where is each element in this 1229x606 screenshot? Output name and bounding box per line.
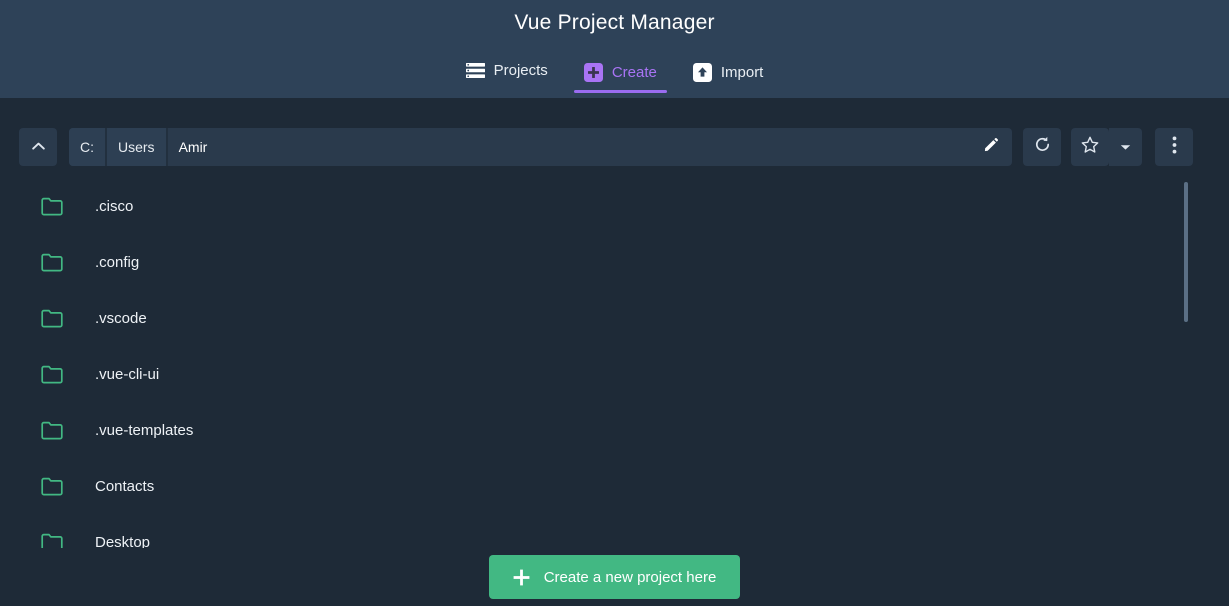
folder-icon — [41, 197, 63, 216]
app-header: Vue Project Manager Projects Create Impo… — [0, 0, 1229, 98]
favorite-button[interactable] — [1071, 128, 1109, 166]
folder-name: .vue-cli-ui — [95, 365, 160, 383]
path-segment-drive[interactable]: C: — [69, 128, 107, 166]
edit-path-button[interactable] — [983, 128, 1012, 166]
list-item[interactable]: Desktop — [0, 514, 1229, 548]
folder-icon — [41, 533, 63, 548]
star-icon — [1081, 136, 1099, 159]
list-item[interactable]: .config — [0, 234, 1229, 290]
folder-name: .config — [95, 253, 140, 271]
plus-icon — [513, 569, 530, 586]
more-options-button[interactable] — [1155, 128, 1193, 166]
create-project-button[interactable]: Create a new project here — [488, 555, 741, 599]
create-project-label: Create a new project here — [543, 568, 717, 586]
folder-icon — [41, 421, 63, 440]
folder-name: Contacts — [95, 477, 155, 495]
folder-name: .vue-templates — [95, 421, 194, 439]
tab-create-label: Create — [611, 64, 657, 81]
plus-square-icon — [583, 63, 603, 82]
folder-icon — [41, 365, 63, 384]
list-item[interactable]: .vscode — [0, 290, 1229, 346]
path-input[interactable]: Amir — [167, 128, 983, 166]
list-icon — [465, 63, 485, 78]
list-item[interactable]: .vue-cli-ui — [0, 346, 1229, 402]
chevron-up-icon — [31, 138, 45, 156]
folder-icon — [41, 477, 63, 496]
tab-projects[interactable]: Projects — [448, 57, 566, 89]
folder-list[interactable]: .cisco .config .vscode .vue-cli-ui .vue-… — [0, 178, 1229, 548]
caret-down-icon — [1120, 138, 1131, 156]
tab-import-label: Import — [720, 64, 764, 81]
folder-icon — [41, 309, 63, 328]
tab-import[interactable]: Import — [675, 57, 782, 93]
app-window: Vue Project Manager Projects Create Impo… — [0, 0, 1229, 606]
list-item[interactable]: Contacts — [0, 458, 1229, 514]
folder-name: .cisco — [95, 197, 134, 215]
path-toolbar: C: Users Amir — [0, 128, 1229, 166]
path-bar[interactable]: C: Users Amir — [69, 128, 1012, 166]
favorite-dropdown-button[interactable] — [1109, 128, 1142, 166]
list-item[interactable]: .cisco — [0, 178, 1229, 234]
refresh-button[interactable] — [1023, 128, 1061, 166]
folder-name: .vscode — [95, 309, 147, 327]
footer-bar: Create a new project here — [0, 548, 1229, 606]
list-item[interactable]: .vue-templates — [0, 402, 1229, 458]
folder-name: Desktop — [95, 533, 151, 549]
main-tabs: Projects Create Import — [0, 57, 1229, 93]
pencil-icon — [983, 137, 999, 158]
refresh-icon — [1034, 136, 1051, 158]
navigate-up-button[interactable] — [19, 128, 57, 166]
list-scrollbar[interactable] — [1184, 178, 1188, 548]
tab-projects-label: Projects — [493, 62, 548, 79]
tab-create[interactable]: Create — [566, 57, 675, 93]
page-title: Vue Project Manager — [514, 11, 715, 34]
path-segment-users[interactable]: Users — [107, 128, 168, 166]
import-icon — [692, 63, 712, 82]
more-vertical-icon — [1172, 136, 1177, 159]
scrollbar-thumb[interactable] — [1184, 182, 1188, 322]
folder-icon — [41, 253, 63, 272]
